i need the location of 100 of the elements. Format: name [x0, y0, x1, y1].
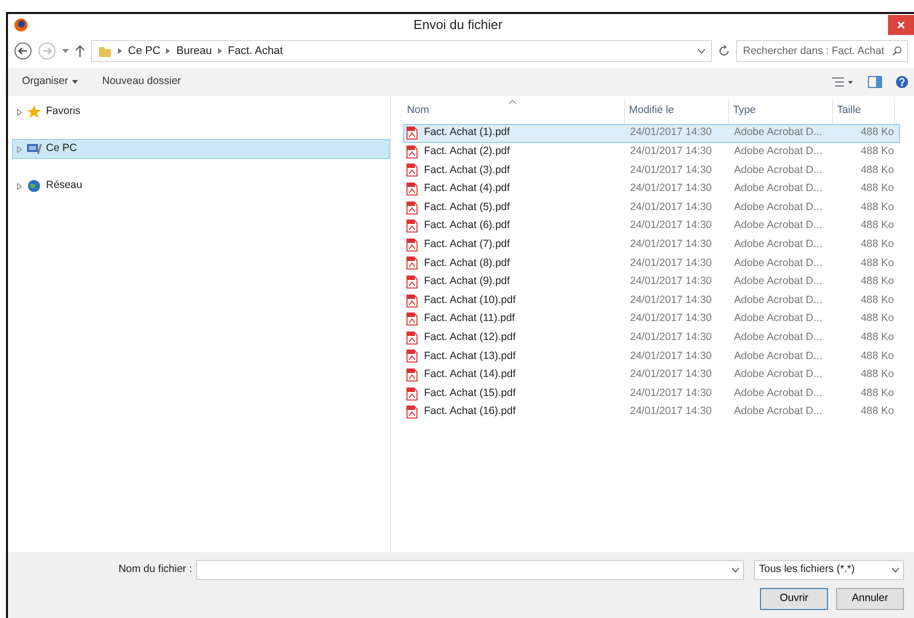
type-cell-text: Adobe Acrobat D...: [733, 218, 824, 234]
pdf-file-icon: [406, 405, 418, 420]
file-row[interactable]: Fact. Achat (6).pdf 24/01/2017 14:30 Adobe Acrobat D... 488 Ko: [403, 216, 900, 236]
type-cell-text: Adobe Acrobat D...: [733, 311, 824, 326]
file-row[interactable]: Fact. Achat (1).pdf 24/01/2017 14:30 Adobe Acrobat D... 488 Ko: [403, 124, 900, 143]
pdf-file-icon: [406, 349, 418, 364]
computer-icon: [26, 141, 42, 157]
file-name: Fact. Achat (2).pdf: [424, 144, 510, 160]
organize-menu[interactable]: Organiser: [22, 74, 78, 90]
size-cell-text: 488 Ko: [860, 348, 895, 364]
refresh-icon[interactable]: [718, 45, 730, 57]
type-cell-text: Adobe Acrobat D...: [733, 236, 824, 252]
breadcrumb[interactable]: Ce PC: [128, 42, 160, 60]
type-cell-text: Adobe Acrobat D...: [733, 292, 824, 308]
pdf-file-icon: [406, 200, 418, 215]
file-row[interactable]: Fact. Achat (12).pdf 24/01/2017 14:30 Adobe Acrobat D... 488 Ko: [403, 328, 900, 348]
search-field[interactable]: Rechercher dans : Fact. Achat: [736, 40, 908, 62]
field-label: Nom du fichier :: [117, 562, 192, 578]
file-name: Fact. Achat (1).pdf: [424, 125, 510, 140]
type-cell-text: Adobe Acrobat D...: [733, 144, 824, 160]
chevron-icon: [166, 48, 170, 54]
type-cell-text: Adobe Acrobat D...: [733, 404, 824, 420]
size-cell-text: 488 Ko: [860, 236, 895, 252]
sidebar-item[interactable]: Ce PC: [12, 139, 390, 159]
pdf-file-icon: [406, 126, 418, 140]
file-row[interactable]: Fact. Achat (16).pdf 24/01/2017 14:30 Adobe Acrobat D... 488 Ko: [403, 402, 900, 422]
open-button[interactable]: Ouvrir: [760, 588, 828, 610]
file-name: Fact. Achat (16).pdf: [424, 404, 516, 420]
size-cell-text: 488 Ko: [860, 256, 895, 271]
view-options-icon[interactable]: [832, 76, 854, 88]
sidebar-item[interactable]: Réseau: [12, 176, 390, 196]
chevron-icon: [118, 48, 122, 54]
size-cell-text: 488 Ko: [860, 367, 895, 382]
type-cell-text: Adobe Acrobat D...: [733, 330, 824, 345]
file-row[interactable]: Fact. Achat (10).pdf 24/01/2017 14:30 Adobe Acrobat D... 488 Ko: [403, 291, 900, 310]
pdf-file-icon: [406, 312, 418, 326]
date-cell-text: 24/01/2017 14:30: [629, 292, 713, 308]
close-icon: [897, 21, 905, 29]
date-cell-text: 24/01/2017 14:30: [629, 348, 713, 364]
date-cell-text: 24/01/2017 14:30: [629, 181, 713, 196]
dropdown-icon: [732, 568, 739, 572]
caret-icon[interactable]: [62, 48, 69, 54]
file-row[interactable]: Fact. Achat (7).pdf 24/01/2017 14:30 Adobe Acrobat D... 488 Ko: [403, 236, 900, 254]
size-cell-text: 488 Ko: [860, 218, 895, 234]
breadcrumb[interactable]: Fact. Achat: [228, 42, 283, 60]
file-row[interactable]: Fact. Achat (9).pdf 24/01/2017 14:30 Adobe Acrobat D... 488 Ko: [403, 272, 900, 292]
type-cell-text: Adobe Acrobat D...: [733, 256, 824, 271]
address-bar[interactable]: Ce PC Bureau Fact. Achat: [91, 40, 712, 62]
file-row[interactable]: Fact. Achat (2).pdf 24/01/2017 14:30 Adobe Acrobat D... 488 Ko: [403, 142, 900, 162]
date-cell-text: 24/01/2017 14:30: [629, 367, 713, 382]
size-cell-text: 488 Ko: [860, 181, 895, 196]
file-name: Fact. Achat (6).pdf: [424, 218, 510, 234]
close-button[interactable]: [888, 15, 914, 35]
size-cell-text: 488 Ko: [860, 200, 895, 215]
file-name: Fact. Achat (12).pdf: [424, 330, 516, 345]
dropdown-icon[interactable]: [698, 48, 705, 54]
size-cell-text: 488 Ko: [860, 274, 895, 290]
help-icon[interactable]: [896, 76, 908, 88]
date-cell-text: 24/01/2017 14:30: [629, 274, 713, 290]
pdf-file-icon: [406, 368, 418, 382]
pdf-file-icon: [406, 144, 418, 159]
size-cell-text: 488 Ko: [860, 386, 895, 401]
file-name: Fact. Achat (4).pdf: [424, 181, 510, 196]
size-cell-text: 488 Ko: [860, 125, 895, 140]
expand-icon[interactable]: [17, 146, 22, 152]
file-row[interactable]: Fact. Achat (11).pdf 24/01/2017 14:30 Adobe Acrobat D... 488 Ko: [403, 310, 900, 329]
sidebar-item[interactable]: Favoris: [12, 102, 390, 122]
date-cell-text: 24/01/2017 14:30: [629, 218, 713, 234]
file-type-dropdown[interactable]: Tous les fichiers (*.*): [754, 560, 904, 580]
expand-icon[interactable]: [17, 182, 22, 190]
date-cell-text: 24/01/2017 14:30: [629, 200, 713, 215]
date-cell-text: 24/01/2017 14:30: [629, 162, 713, 178]
preview-pane-icon[interactable]: [868, 76, 882, 88]
filename-field[interactable]: [196, 560, 744, 580]
cancel-button[interactable]: Annuler: [836, 588, 904, 610]
file-name: Fact. Achat (14).pdf: [424, 367, 516, 382]
type-cell-text: Adobe Acrobat D...: [733, 348, 824, 364]
back-icon[interactable]: [14, 42, 32, 60]
file-row[interactable]: Fact. Achat (8).pdf 24/01/2017 14:30 Adobe Acrobat D... 488 Ko: [403, 254, 900, 273]
file-row[interactable]: Fact. Achat (13).pdf 24/01/2017 14:30 Adobe Acrobat D... 488 Ko: [403, 347, 900, 366]
file-row[interactable]: Fact. Achat (14).pdf 24/01/2017 14:30 Adobe Acrobat D... 488 Ko: [403, 366, 900, 384]
file-row[interactable]: Fact. Achat (3).pdf 24/01/2017 14:30 Adobe Acrobat D... 488 Ko: [403, 161, 900, 180]
expand-icon[interactable]: [17, 108, 22, 116]
star-icon: [26, 104, 42, 120]
chevron-icon: [218, 48, 222, 54]
type-cell-text: Adobe Acrobat D...: [733, 386, 824, 401]
date-cell-text: 24/01/2017 14:30: [629, 330, 713, 345]
pdf-file-icon: [406, 219, 418, 234]
type-cell-text: Adobe Acrobat D...: [733, 181, 824, 196]
size-cell-text: 488 Ko: [860, 311, 895, 326]
new-folder-button[interactable]: Nouveau dossier: [102, 74, 181, 90]
up-arrow-icon[interactable]: [75, 45, 85, 57]
type-cell-text: Adobe Acrobat D...: [733, 200, 824, 215]
file-row[interactable]: Fact. Achat (4).pdf 24/01/2017 14:30 Adobe Acrobat D... 488 Ko: [403, 180, 900, 198]
type-cell-text: Adobe Acrobat D...: [733, 367, 824, 382]
breadcrumb[interactable]: Bureau: [176, 42, 212, 60]
file-row[interactable]: Fact. Achat (5).pdf 24/01/2017 14:30 Adobe Acrobat D... 488 Ko: [403, 198, 900, 217]
file-row[interactable]: Fact. Achat (15).pdf 24/01/2017 14:30 Adobe Acrobat D... 488 Ko: [403, 384, 900, 403]
size-cell-text: 488 Ko: [860, 404, 895, 420]
type-cell-text: Adobe Acrobat D...: [733, 274, 824, 290]
